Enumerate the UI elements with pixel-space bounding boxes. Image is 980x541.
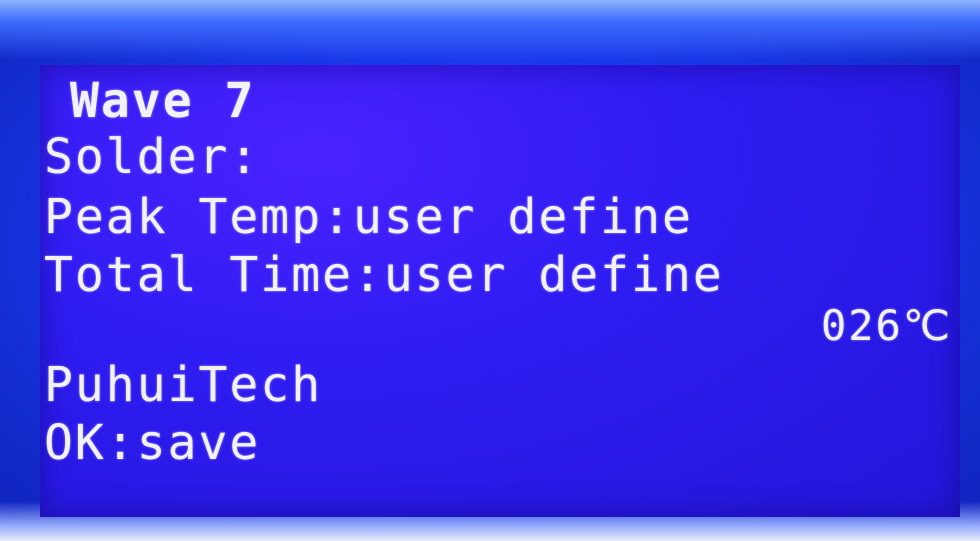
- backlight-glow-top: [0, 0, 980, 60]
- lcd-screen: Wave 7 Solder: Peak Temp:user define Tot…: [40, 65, 960, 517]
- brand-name: PuhuiTech: [44, 357, 323, 413]
- program-title: Wave 7: [70, 73, 256, 129]
- solder-label: Solder:: [44, 129, 261, 185]
- device-panel: Wave 7 Solder: Peak Temp:user define Tot…: [0, 0, 980, 541]
- lcd-text-area: Wave 7 Solder: Peak Temp:user define Tot…: [40, 65, 960, 517]
- total-time-line: Total Time:user define: [44, 247, 724, 303]
- peak-temp-line: Peak Temp:user define: [44, 189, 693, 245]
- ok-save-hint: OK:save: [44, 415, 261, 471]
- current-temperature: 026℃: [820, 301, 952, 350]
